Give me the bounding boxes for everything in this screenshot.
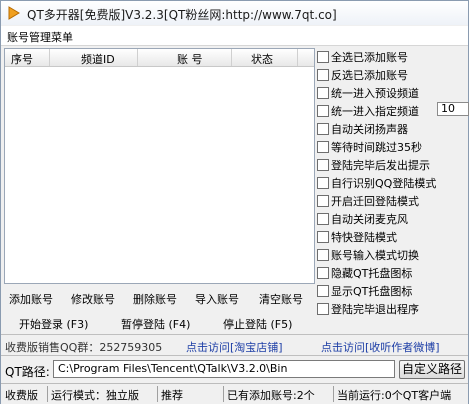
checkbox[interactable] xyxy=(317,51,329,63)
taobao-link[interactable]: 点击访问[淘宝店铺] xyxy=(186,339,283,355)
checkbox[interactable] xyxy=(317,285,329,297)
checkbox[interactable] xyxy=(317,141,329,153)
column-status[interactable]: 状态 xyxy=(251,51,273,67)
option-label: 等待时间跳过35秒 xyxy=(331,141,422,154)
menu-account-management[interactable]: 账号管理菜单 xyxy=(7,29,73,45)
option-label: 反选已添加账号 xyxy=(331,69,408,82)
edit-account-button[interactable]: 修改账号 xyxy=(71,291,115,307)
option-skip-wait[interactable]: 等待时间跳过35秒 xyxy=(317,139,422,155)
option-label: 自行识别QQ登陆模式 xyxy=(331,177,437,190)
option-label: 统一进入指定频道 xyxy=(331,105,419,118)
clear-account-button[interactable]: 清空账号 xyxy=(259,291,303,307)
divider xyxy=(1,355,468,356)
status-divider xyxy=(47,386,48,402)
custom-path-button[interactable]: 自定义路径 xyxy=(399,360,465,379)
qt-path-label: QT路径: xyxy=(5,365,50,379)
option-label: 登陆完毕后发出提示 xyxy=(331,159,430,172)
option-roundabout-login[interactable]: 开启迁回登陆模式 xyxy=(317,193,419,209)
option-label: 统一进入预设频道 xyxy=(331,87,419,100)
column-divider[interactable] xyxy=(137,49,138,66)
column-divider[interactable] xyxy=(231,49,232,66)
import-account-button[interactable]: 导入账号 xyxy=(195,291,239,307)
status-paid-version: 收费版 xyxy=(5,389,38,402)
checkbox[interactable] xyxy=(317,123,329,135)
option-label: 特快登陆模式 xyxy=(331,231,397,244)
main-window: QT多开器[免费版]V3.2.3[QT粉丝网:http://www.7qt.co… xyxy=(0,0,469,404)
checkbox[interactable] xyxy=(317,303,329,315)
status-divider xyxy=(223,386,224,402)
pause-login-button[interactable]: 暂停登陆 (F4) xyxy=(121,316,190,332)
option-show-tray[interactable]: 显示QT托盘图标 xyxy=(317,283,412,299)
title-bar: QT多开器[免费版]V3.2.3[QT粉丝网:http://www.7qt.co… xyxy=(1,1,468,25)
column-account[interactable]: 账 号 xyxy=(177,51,203,67)
option-invert-selection[interactable]: 反选已添加账号 xyxy=(317,67,408,83)
checkbox[interactable] xyxy=(317,159,329,171)
qt-path-input[interactable]: C:\Program Files\Tencent\QTalk\V3.2.0\Bi… xyxy=(53,360,395,378)
menu-bar: 账号管理菜单 xyxy=(1,26,468,46)
status-running: 当前运行:0个QT客户端 xyxy=(337,389,452,402)
stop-login-button[interactable]: 停止登陆 (F5) xyxy=(223,316,292,332)
divider xyxy=(1,334,468,335)
column-index[interactable]: 序号 xyxy=(11,51,33,67)
checkbox[interactable] xyxy=(317,249,329,261)
channel-number-input[interactable]: 10 xyxy=(437,102,469,116)
account-list[interactable]: 序号 频道ID 账 号 状态 xyxy=(4,48,315,284)
option-label: 显示QT托盘图标 xyxy=(331,285,413,298)
option-specified-channel[interactable]: 统一进入指定频道 10 xyxy=(317,102,469,119)
window-title: QT多开器[免费版]V3.2.3[QT粉丝网:http://www.7qt.co… xyxy=(27,8,337,22)
option-label: 自动关闭麦克风 xyxy=(331,213,408,226)
option-select-all[interactable]: 全选已添加账号 xyxy=(317,49,408,65)
checkbox[interactable] xyxy=(317,177,329,189)
option-preset-channel[interactable]: 统一进入预设频道 xyxy=(317,85,419,101)
status-recommend: 推荐 xyxy=(161,389,183,402)
option-mute-speaker[interactable]: 自动关闭扬声器 xyxy=(317,121,408,137)
option-label: 全选已添加账号 xyxy=(331,51,408,64)
paid-qq-group: 收费版销售QQ群：252759305 xyxy=(5,341,163,354)
weibo-link[interactable]: 点击访问[收听作者微博] xyxy=(321,339,440,355)
checkbox[interactable] xyxy=(317,213,329,225)
option-label: 登陆完毕退出程序 xyxy=(331,303,419,316)
option-hide-tray[interactable]: 隐藏QT托盘图标 xyxy=(317,265,412,281)
checkbox[interactable] xyxy=(317,105,329,117)
add-account-button[interactable]: 添加账号 xyxy=(9,291,53,307)
checkbox[interactable] xyxy=(317,69,329,81)
start-login-button[interactable]: 开始登录 (F3) xyxy=(19,316,88,332)
status-mode: 运行模式：独立版 xyxy=(51,389,139,402)
checkbox[interactable] xyxy=(317,87,329,99)
status-divider xyxy=(157,386,158,402)
account-list-header: 序号 频道ID 账 号 状态 xyxy=(5,49,314,67)
status-divider xyxy=(333,386,334,402)
option-input-mode-switch[interactable]: 账号输入模式切换 xyxy=(317,247,419,263)
option-label: 开启迁回登陆模式 xyxy=(331,195,419,208)
option-label: 自动关闭扬声器 xyxy=(331,123,408,136)
checkbox[interactable] xyxy=(317,195,329,207)
app-logo-icon xyxy=(8,6,20,20)
column-divider[interactable] xyxy=(49,49,50,66)
checkbox[interactable] xyxy=(317,231,329,243)
delete-account-button[interactable]: 删除账号 xyxy=(133,291,177,307)
option-auto-detect-qq[interactable]: 自行识别QQ登陆模式 xyxy=(317,175,436,191)
column-channel-id[interactable]: 频道ID xyxy=(81,51,115,67)
status-bar: 收费版 运行模式：独立版 推荐 已有添加账号:2个 当前运行:0个QT客户端 xyxy=(1,383,468,404)
status-added-accounts: 已有添加账号:2个 xyxy=(227,389,315,402)
option-login-notify[interactable]: 登陆完毕后发出提示 xyxy=(317,157,430,173)
option-exit-after-login[interactable]: 登陆完毕退出程序 xyxy=(317,301,419,317)
column-divider[interactable] xyxy=(297,49,298,66)
option-label: 隐藏QT托盘图标 xyxy=(331,267,413,280)
option-mute-mic[interactable]: 自动关闭麦克风 xyxy=(317,211,408,227)
option-express-login[interactable]: 特快登陆模式 xyxy=(317,229,397,245)
checkbox[interactable] xyxy=(317,267,329,279)
option-label: 账号输入模式切换 xyxy=(331,249,419,262)
